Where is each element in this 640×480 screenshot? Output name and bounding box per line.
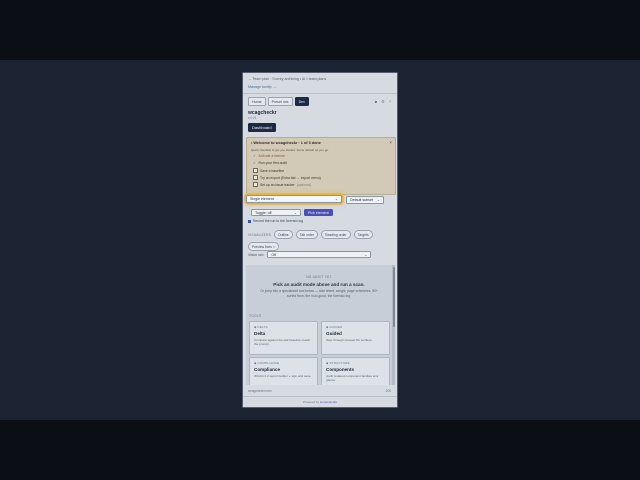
tool-card-components[interactable]: ◆ STRUCTURE Components Audit isolated co… [321, 357, 390, 385]
divider [243, 93, 397, 94]
breadcrumb[interactable]: ← Team plan · Survey archiving • AI • te… [248, 77, 326, 81]
checklist-item[interactable]: Set up an issue tracker (optional) [253, 182, 311, 187]
checklist-item[interactable]: Try an export (Extra tab → export menu) [253, 175, 321, 180]
results-area: NO AUDIT YET Pick an audit mode above an… [246, 265, 392, 385]
tab-dev[interactable]: Dev [294, 97, 309, 106]
chip-reading-order[interactable]: Reading order [321, 230, 351, 239]
results-scrollbar[interactable] [392, 265, 395, 385]
welcome-title: • Welcome to wcagcheckr · 1 of 5 done [251, 141, 321, 145]
divider [243, 396, 397, 397]
powered-by: Powered by Lumenworks [303, 400, 337, 404]
checklist-item[interactable]: Save a baseline [253, 168, 284, 173]
empty-state-description: Or jump into a specialized tool below — … [260, 289, 378, 298]
pick-element-button[interactable]: Pick element [304, 209, 333, 216]
welcome-checklist: • Welcome to wcagcheckr · 1 of 5 done × … [246, 137, 396, 195]
record-checkbox-row[interactable]: Record the run to the forensic log [248, 219, 303, 223]
vision-sim-label: Vision sim [248, 252, 264, 257]
manage-link[interactable]: Manage tooltip → [248, 85, 276, 89]
tool-card-compliance[interactable]: ◆ COMPLIANCE Compliance WCAG 2.2 report … [249, 357, 318, 385]
checkbox-icon [253, 175, 258, 180]
extension-panel: ← Team plan · Survey archiving • AI • te… [243, 73, 397, 407]
tool-card-guided[interactable]: ◆ GUIDED Guided Step through manual SC v… [321, 321, 390, 355]
help-icon[interactable]: ? [389, 99, 391, 104]
brand-link[interactable]: Lumenworks [320, 400, 337, 404]
scrollbar-thumb[interactable] [392, 267, 395, 327]
tab-preset-mix[interactable]: Preset mix [267, 97, 293, 106]
close-icon[interactable]: × [389, 140, 392, 145]
app-version: v 0.21 [248, 116, 257, 120]
chip-preview-fixes[interactable]: Preview fixes × [248, 242, 279, 251]
chip-outline[interactable]: Outline [273, 230, 293, 239]
toolbar-icons: ■ ⚙ ? [375, 99, 391, 104]
chevron-down-icon: ⌄ [293, 210, 297, 215]
tab-home[interactable]: Home [248, 97, 266, 106]
footer-link[interactable]: wcagcheckr.com [248, 389, 272, 393]
vision-sim-row: Vision sim Off ⌄ [248, 251, 372, 258]
checkbox-icon [253, 168, 258, 173]
chip-tab-order[interactable]: Tab order [295, 230, 319, 239]
footer-count: 200 [385, 389, 391, 393]
checkbox-checked-icon[interactable] [248, 219, 251, 223]
empty-state-heading: Pick an audit mode above and run a scan. [273, 282, 365, 287]
chevron-down-icon: ⌄ [334, 197, 338, 201]
chevron-down-icon: ⌄ [376, 198, 380, 202]
dashboard-button[interactable]: Dashboard [248, 123, 276, 132]
checklist-item[interactable]: ✓ Run your first audit [253, 161, 287, 165]
checkmark-icon: ✓ [253, 161, 256, 165]
checkbox-icon [253, 182, 258, 187]
visualizers-label: VISUALIZERS [248, 232, 271, 237]
chevron-down-icon: ⌄ [364, 252, 368, 257]
subset-select[interactable]: Default subset ⌄ [346, 196, 384, 204]
tab-bar: Home Preset mix Dev [248, 97, 309, 106]
audit-mode-select[interactable]: Single element ⌄ [246, 195, 342, 203]
vision-sim-select[interactable]: Off ⌄ [267, 251, 372, 258]
gear-icon[interactable]: ⚙ [381, 99, 385, 104]
empty-state-kicker: NO AUDIT YET [306, 275, 332, 279]
visualizers-row: VISUALIZERS Outline Tab order Reading or… [248, 230, 392, 251]
tool-card-delta[interactable]: ◆ DELTA Delta Compare against the last b… [249, 321, 318, 355]
chip-targets[interactable]: Targets [353, 230, 373, 239]
checkmark-icon: ✓ [253, 154, 256, 158]
toggle-select[interactable]: Toggle: off ⌄ [251, 209, 301, 216]
checklist-item[interactable]: ✓ Activate a license [253, 154, 285, 158]
welcome-subtitle: Quick checklist to get you started. Item… [251, 148, 329, 152]
square-icon[interactable]: ■ [375, 99, 377, 104]
tools-label: TOOLS [249, 314, 262, 318]
